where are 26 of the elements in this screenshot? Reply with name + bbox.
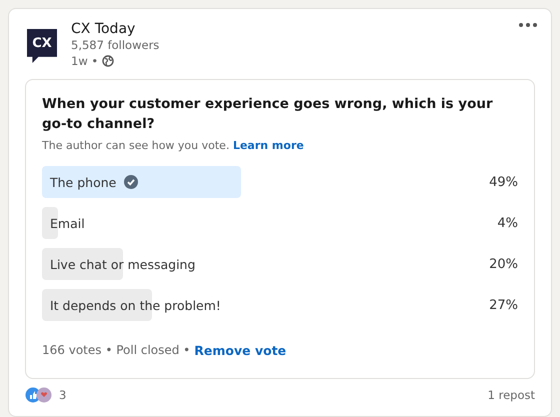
- remove-vote-link[interactable]: Remove vote: [194, 343, 286, 358]
- poll-summary: 166 votes • Poll closed •: [42, 343, 190, 358]
- learn-more-link[interactable]: Learn more: [232, 139, 304, 152]
- reaction-count[interactable]: 3: [59, 388, 66, 402]
- more-options-icon[interactable]: [519, 23, 537, 27]
- poll-question: When your customer experience goes wrong, which is your go-to channel?: [42, 95, 494, 134]
- percentage-label: 27%: [489, 298, 518, 312]
- privacy-note: The author can see how you vote. Learn more: [42, 139, 305, 152]
- poll-option[interactable]: The phone: [42, 166, 448, 198]
- poll-option[interactable]: It depends on the problem!: [42, 289, 448, 321]
- post-age: 1w •: [71, 53, 98, 69]
- percentage-label: 49%: [489, 174, 518, 190]
- option-label: Live chat or messaging: [49, 256, 196, 274]
- repost-count[interactable]: 1 repost: [488, 388, 535, 402]
- option-label: Email: [49, 214, 85, 232]
- option-label: The phone: [42, 166, 138, 198]
- percentage-label: 4%: [497, 216, 518, 230]
- poll-option[interactable]: Live chat or messaging: [42, 248, 448, 280]
- follower-count: 5,587 followers: [71, 37, 160, 53]
- percentage-label: 20%: [489, 256, 518, 272]
- globe-icon: [102, 55, 114, 67]
- company-logo[interactable]: CX: [27, 29, 57, 63]
- option-label: It depends on the problem!: [49, 296, 221, 315]
- check-icon: [124, 175, 138, 189]
- author-name[interactable]: CX Today: [71, 21, 160, 37]
- poll-option[interactable]: Email: [42, 207, 448, 239]
